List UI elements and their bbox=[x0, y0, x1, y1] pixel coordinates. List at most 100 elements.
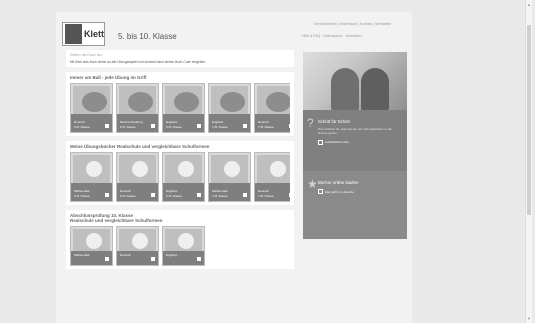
book-tile[interactable]: Deutsch 5./6. Klasse bbox=[70, 83, 113, 133]
book-grade: 5./6. Klasse bbox=[74, 194, 90, 198]
book-tile[interactable]: Deutsch 7./8. Klasse bbox=[254, 83, 290, 133]
brand-label: Klett bbox=[84, 29, 104, 39]
select-icon[interactable] bbox=[243, 193, 247, 197]
ball-image bbox=[220, 92, 245, 112]
book-tile[interactable]: Mathematik 7./8. Klasse bbox=[208, 152, 251, 202]
student-image bbox=[178, 161, 194, 177]
section1-tiles: Deutsch 5./6. Klasse Rechtschreibung 5./… bbox=[70, 83, 290, 133]
info-link[interactable]: Ausführliche Infos bbox=[318, 139, 401, 145]
section-final-exam: Abschlussprüfung 10. Klasse Realschule u… bbox=[66, 210, 294, 269]
select-icon[interactable] bbox=[289, 124, 290, 128]
book-grade: 5./6. Klasse bbox=[120, 194, 136, 198]
select-icon[interactable] bbox=[197, 193, 201, 197]
book-title: Englisch bbox=[166, 189, 178, 193]
vertical-scrollbar[interactable]: ▲ ▼ bbox=[525, 0, 532, 323]
book-title: Deutsch bbox=[258, 189, 270, 193]
book-tile[interactable]: Englisch 7./8. Klasse bbox=[208, 83, 251, 133]
book-cover bbox=[211, 155, 248, 185]
klett-logo-icon bbox=[65, 24, 82, 44]
section-practice-books: Immer am Ball - jede Übung im Griff Deut… bbox=[66, 72, 294, 136]
book-title: Englisch bbox=[212, 120, 224, 124]
scroll-thumb[interactable] bbox=[527, 25, 531, 215]
book-cover bbox=[257, 155, 290, 185]
section3-tiles: Mathematik Deutsch Englisch bbox=[70, 226, 290, 266]
grade-range-title: 5. bis 10. Klasse bbox=[118, 32, 177, 41]
book-tile[interactable]: Deutsch bbox=[116, 226, 159, 266]
book-cover bbox=[73, 229, 110, 253]
select-icon[interactable] bbox=[151, 193, 155, 197]
student-image bbox=[132, 161, 148, 177]
select-icon[interactable] bbox=[105, 124, 109, 128]
info-link-icon bbox=[318, 139, 323, 145]
book-cover bbox=[165, 229, 202, 253]
select-icon[interactable] bbox=[197, 257, 201, 261]
buy-link-icon bbox=[318, 189, 323, 194]
main-content: Wählen dein Buch aus. Mit Klick aufs Buc… bbox=[66, 50, 294, 323]
book-tile[interactable]: Englisch 5./6. Klasse bbox=[162, 152, 205, 202]
buy-online-panel: ★ Bücher online kaufen Hier geht's zu kl… bbox=[303, 171, 407, 239]
scroll-up-icon[interactable]: ▲ bbox=[527, 2, 531, 7]
book-tile[interactable]: Englisch bbox=[162, 226, 205, 266]
book-cover bbox=[73, 155, 110, 185]
book-tile[interactable]: Englisch 5./6. Klasse bbox=[162, 83, 205, 133]
service-links[interactable]: Servicebereich | Impressum | Kontakt | N… bbox=[314, 22, 391, 26]
book-grade: 5./6. Klasse bbox=[166, 125, 182, 129]
student-image bbox=[86, 233, 102, 249]
select-icon[interactable] bbox=[243, 124, 247, 128]
select-icon[interactable] bbox=[105, 193, 109, 197]
star-icon: ★ bbox=[307, 177, 318, 191]
book-cover bbox=[119, 229, 156, 253]
student-figure bbox=[331, 68, 359, 110]
student-image bbox=[86, 161, 102, 177]
ball-image bbox=[128, 92, 153, 112]
intro-card: Wählen dein Buch aus. Mit Klick aufs Buc… bbox=[66, 50, 294, 67]
book-title: Mathematik bbox=[74, 253, 90, 257]
book-grade: 7./8. Klasse bbox=[212, 194, 228, 198]
book-title: Deutsch bbox=[74, 120, 86, 124]
buy-link-label: Hier geht's zu klett.de bbox=[325, 189, 354, 194]
student-figure bbox=[361, 68, 389, 110]
student-image bbox=[178, 233, 194, 249]
book-tile[interactable]: Mathematik bbox=[70, 226, 113, 266]
book-cover bbox=[73, 86, 110, 116]
book-title: Deutsch bbox=[120, 189, 132, 193]
book-title: Deutsch bbox=[258, 120, 270, 124]
select-icon[interactable] bbox=[105, 257, 109, 261]
section3-subtitle: Realschule und vergleichbare Schulformen bbox=[70, 218, 163, 223]
book-title: Englisch bbox=[166, 253, 178, 257]
book-grade: 7./8. Klasse bbox=[212, 125, 228, 129]
book-cover bbox=[119, 155, 156, 185]
select-icon[interactable] bbox=[197, 124, 201, 128]
students-photo bbox=[303, 52, 407, 110]
book-tile[interactable]: Mathematik 5./6. Klasse bbox=[70, 152, 113, 202]
ball-image bbox=[174, 92, 199, 112]
book-title: Englisch bbox=[166, 120, 178, 124]
book-title: Rechtschreibung bbox=[120, 120, 143, 124]
book-grade: 5./6. Klasse bbox=[166, 194, 182, 198]
ball-image bbox=[82, 92, 107, 112]
book-grade: 7./8. Klasse bbox=[258, 125, 274, 129]
book-cover bbox=[165, 86, 202, 116]
account-links[interactable]: Hilfe & FAQ · Datenschutz · Anmelden bbox=[302, 34, 362, 38]
book-tile[interactable]: Rechtschreibung 5./6. Klasse bbox=[116, 83, 159, 133]
student-image bbox=[270, 161, 286, 177]
book-tile[interactable]: Deutsch 7./8. Klasse bbox=[254, 152, 290, 202]
book-grade: 5./6. Klasse bbox=[120, 125, 136, 129]
section-workbooks: Meine Übungsbücher Realschule und vergle… bbox=[66, 141, 294, 205]
ball-image bbox=[266, 92, 290, 112]
select-icon[interactable] bbox=[151, 124, 155, 128]
book-cover bbox=[211, 86, 248, 116]
step-by-step-text: Hier erfährst du, was das ist, wie Übung… bbox=[318, 127, 392, 135]
book-title: Mathematik bbox=[74, 189, 90, 193]
klett-logo[interactable]: Klett bbox=[62, 22, 105, 46]
select-icon[interactable] bbox=[289, 193, 290, 197]
buy-link[interactable]: Hier geht's zu klett.de bbox=[318, 189, 401, 194]
book-cover bbox=[165, 155, 202, 185]
book-grade: 7./8. Klasse bbox=[258, 194, 274, 198]
student-image bbox=[132, 233, 148, 249]
question-icon: ? bbox=[307, 116, 314, 130]
select-icon[interactable] bbox=[151, 257, 155, 261]
scroll-down-icon[interactable]: ▼ bbox=[527, 316, 531, 321]
book-cover bbox=[257, 86, 290, 116]
book-tile[interactable]: Deutsch 5./6. Klasse bbox=[116, 152, 159, 202]
